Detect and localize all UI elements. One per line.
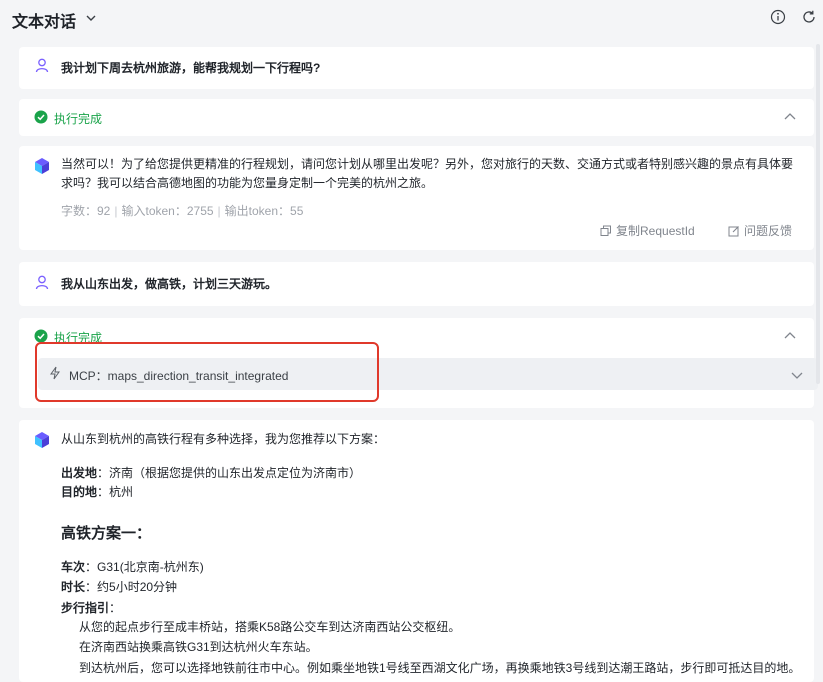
departure-line: 出发地：济南（根据您提供的山东出发点定位为济南市） <box>61 464 361 481</box>
plan-heading: 高铁方案一： <box>61 525 152 542</box>
highlight-box <box>35 342 379 402</box>
user-icon <box>35 275 49 290</box>
feedback-label: 问题反馈 <box>744 224 793 238</box>
duration-label: 时长 <box>61 580 86 594</box>
page-title[interactable]: 文本对话 <box>12 8 76 32</box>
user-message-text: 我从山东出发，做高铁，计划三天游玩。 <box>61 277 278 291</box>
duration-line: 时长：约5小时20分钟 <box>61 578 177 595</box>
check-circle-icon <box>34 329 48 343</box>
departure-label: 出发地 <box>61 466 98 480</box>
user-message-card: 我计划下周去杭州旅游，能帮我规划一下行程吗? <box>19 47 814 89</box>
scrollbar-track[interactable] <box>816 44 820 384</box>
destination-line: 目的地：杭州 <box>61 483 133 500</box>
walk-guide-colon: ： <box>109 601 122 615</box>
chevron-up-icon[interactable] <box>783 111 797 123</box>
walk-step: 在济南西站换乘高铁G31到达杭州火车东站。 <box>79 640 318 654</box>
response-intro: 从山东到杭州的高铁行程有多种选择，我为您推荐以下方案： <box>61 432 386 446</box>
walk-guide-line: 步行指引： <box>61 599 121 616</box>
copy-request-id-button[interactable]: 复制RequestId <box>600 222 695 239</box>
chevron-down-icon[interactable] <box>85 12 97 24</box>
assistant-logo-icon <box>35 158 49 174</box>
refresh-icon[interactable] <box>801 9 817 25</box>
walk-step: 从您的起点步行至成丰桥站，搭乘K58路公交车到达济南西站公交枢纽。 <box>79 620 461 634</box>
output-token-count: 输出token：55 <box>224 204 304 218</box>
duration-value: ：约5小时20分钟 <box>85 580 178 594</box>
copy-request-id-label: 复制RequestId <box>616 224 695 238</box>
edit-icon <box>728 225 739 236</box>
walk-step: 到达杭州后，您可以选择地铁前往市中心。例如乘坐地铁1号线至西湖文化广场，再换乘地… <box>79 661 801 675</box>
info-icon[interactable] <box>770 9 786 25</box>
assistant-message-text: 当然可以！为了给您提供更精准的行程规划，请问您计划从哪里出发呢？另外，您对旅行的… <box>61 157 794 190</box>
token-stats: 字数：92 | 输入token：2755 | 输出token：55 <box>61 204 304 218</box>
assistant-logo-icon <box>35 432 49 448</box>
input-token-count: 输入token：2755 <box>121 204 214 218</box>
check-circle-icon <box>34 110 48 124</box>
destination-value: ：杭州 <box>97 485 134 499</box>
assistant-message-card: 从山东到杭州的高铁行程有多种选择，我为您推荐以下方案： 出发地：济南（根据您提供… <box>19 420 814 682</box>
user-icon <box>35 58 49 73</box>
user-message-card: 我从山东出发，做高铁，计划三天游玩。 <box>19 262 814 306</box>
chevron-down-icon[interactable] <box>791 370 803 380</box>
assistant-message-card: 当然可以！为了给您提供更精准的行程规划，请问您计划从哪里出发呢？另外，您对旅行的… <box>19 146 814 250</box>
departure-value: ：济南（根据您提供的山东出发点定位为济南市） <box>97 466 362 480</box>
status-text: 执行完成 <box>54 112 103 126</box>
top-bar: 文本对话 <box>0 0 823 40</box>
destination-label: 目的地 <box>61 485 98 499</box>
char-count: 字数：92 <box>61 204 111 218</box>
train-value: ：G31(北京南-杭州东) <box>85 560 204 574</box>
chevron-up-icon[interactable] <box>783 330 797 342</box>
feedback-button[interactable]: 问题反馈 <box>728 222 792 239</box>
walk-guide-label: 步行指引 <box>61 601 110 615</box>
execution-status-card[interactable]: 执行完成 <box>19 99 814 136</box>
copy-icon <box>600 225 611 236</box>
train-label: 车次 <box>61 560 86 574</box>
train-line: 车次：G31(北京南-杭州东) <box>61 558 204 575</box>
user-message-text: 我计划下周去杭州旅游，能帮我规划一下行程吗? <box>61 61 321 75</box>
